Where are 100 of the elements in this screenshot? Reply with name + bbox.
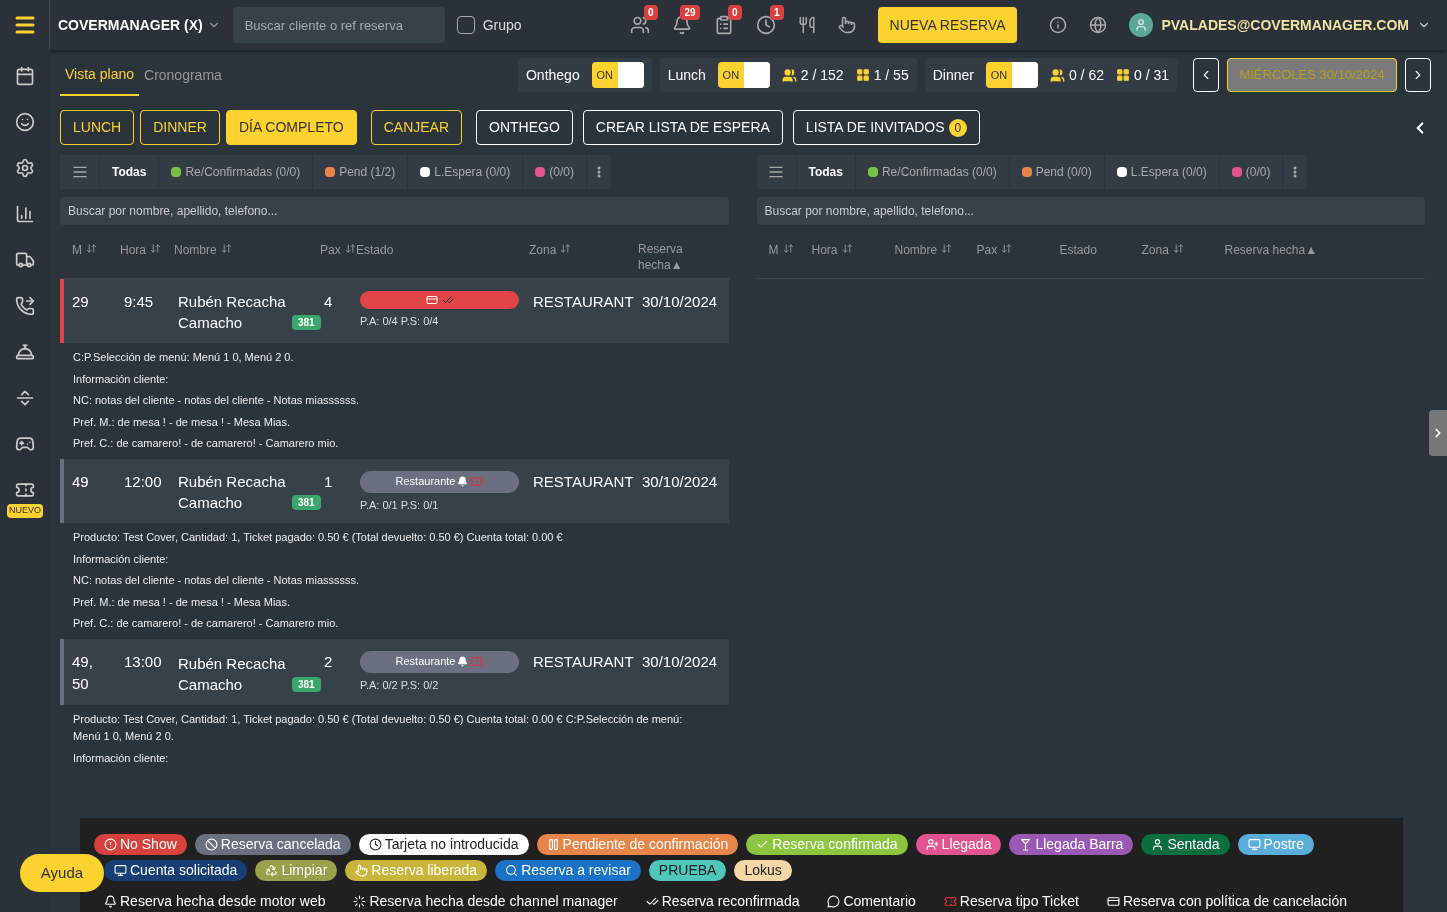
service-bell-icon[interactable] <box>15 342 35 362</box>
legend-item: Reserva hecha desde channel manager <box>343 891 628 912</box>
column-header[interactable]: Zona <box>1141 241 1184 259</box>
info-icon[interactable] <box>1049 16 1068 34</box>
list-view-button[interactable] <box>756 155 797 189</box>
column-header[interactable]: Pax <box>320 241 356 259</box>
sort-icon[interactable] <box>220 243 232 254</box>
help-button[interactable]: Ayuda <box>20 854 104 892</box>
search-field[interactable]: Buscar por nombre, apellido, telefono... <box>60 197 729 225</box>
shift-button[interactable]: DINNER <box>140 110 220 145</box>
filter-tab[interactable]: Todas <box>796 155 856 189</box>
filter-tab[interactable]: (0/0) <box>523 155 587 189</box>
search-field[interactable]: Buscar por nombre, apellido, telefono... <box>756 197 1425 225</box>
chart-icon[interactable] <box>15 204 35 224</box>
action-button[interactable]: CREAR LISTA DE ESPERA <box>582 110 783 145</box>
spinner-icon <box>353 895 367 908</box>
status-pill[interactable]: Restaurante <box>360 470 519 493</box>
status-pill[interactable] <box>360 291 519 309</box>
side-handle[interactable] <box>1429 410 1447 456</box>
ticket-icon <box>470 655 484 668</box>
view-tab[interactable]: Vista plano <box>60 54 139 96</box>
sort-icon[interactable] <box>841 243 853 254</box>
column-header[interactable]: Nombre <box>174 241 232 259</box>
smile-icon[interactable] <box>15 112 35 132</box>
gamepad-icon[interactable] <box>15 434 35 454</box>
view-tab[interactable]: Cronograma <box>139 54 227 96</box>
on-switch[interactable]: ON <box>591 62 644 88</box>
sort-icon[interactable] <box>150 243 161 254</box>
filter-tab[interactable]: L.Espera (0/0) <box>1104 155 1220 189</box>
column-header[interactable]: Reserva hecha▲ <box>638 241 688 273</box>
count-badge: 0 <box>948 118 968 137</box>
shift-button[interactable]: CANJEAR <box>370 110 463 145</box>
card-icon <box>425 294 438 306</box>
globe-icon[interactable] <box>1089 16 1108 34</box>
search-field[interactable]: Buscar cliente o ref reserva <box>232 7 445 43</box>
on-switch[interactable]: ON <box>985 62 1038 88</box>
settings-icon[interactable] <box>15 158 35 178</box>
count-badge: 0 <box>728 5 742 20</box>
filter-tab[interactable]: Re/Confirmadas (0/0) <box>855 155 1010 189</box>
legend-badge: Reserva a revisar <box>495 860 641 881</box>
column-header[interactable]: Pax <box>976 241 1013 259</box>
legend-badge: Tarjeta no introducida <box>358 834 529 855</box>
group-checkbox[interactable] <box>456 16 475 34</box>
column-header[interactable]: Estado <box>356 241 394 259</box>
reservation-note: Producto: Test Cover, Cantidad: 1, Ticket pagado: 0.50 € (Total devuelto: 0.50 €) Cuenta total: 0.00 € C:P.Selección de menú: Menú 1 0, Menú 2 0. <box>73 711 684 744</box>
column-header[interactable]: M <box>72 241 97 259</box>
action-button[interactable]: ONTHEGO <box>476 110 573 145</box>
column-header[interactable]: Hora <box>811 241 853 259</box>
cutlery-icon[interactable] <box>797 16 816 34</box>
service-label: Lunch <box>667 65 706 85</box>
column-header[interactable]: Hora <box>120 241 161 259</box>
ban-icon <box>204 838 218 851</box>
zone-text: RESTAURANT <box>533 471 635 492</box>
brand-selector[interactable]: COVERMANAGER (X) <box>58 14 221 36</box>
sort-icon[interactable] <box>344 243 356 254</box>
bell-icon[interactable] <box>671 15 692 35</box>
phone-icon[interactable] <box>15 296 35 316</box>
truck-icon[interactable] <box>15 250 35 270</box>
sort-icon[interactable] <box>1172 243 1184 254</box>
clock-icon[interactable] <box>755 15 776 35</box>
filter-tab[interactable]: L.Espera (0/0) <box>408 155 524 189</box>
user-email[interactable]: PVALADES@COVERMANAGER.COM <box>1161 14 1409 36</box>
ticket-icon <box>470 475 484 488</box>
filter-tab[interactable]: (0/0) <box>1219 155 1284 189</box>
column-header[interactable]: Nombre <box>894 241 953 259</box>
column-header[interactable]: Estado <box>1059 241 1097 259</box>
new-reservation-button[interactable]: NUEVA RESERVA <box>877 7 1018 43</box>
calendar-icon[interactable] <box>15 66 35 86</box>
sort-icon[interactable] <box>560 243 572 254</box>
column-header[interactable]: Reserva hecha▲ <box>1224 241 1318 259</box>
reservation-row[interactable]: 49 12:00 Rubén Recacha Camacho 381 1 Restaurante P.A: 0/1 P.S: 0/1 RESTAURANT 30/10/2024 <box>60 458 729 523</box>
sort-icon[interactable] <box>1001 243 1013 254</box>
column-header[interactable]: M <box>768 241 794 259</box>
guest-name: Rubén Recacha Camacho <box>178 653 287 695</box>
shift-button[interactable]: DÍA COMPLETO <box>225 110 357 145</box>
tray-icon[interactable] <box>15 388 35 408</box>
legend-badge: Postre <box>1237 834 1315 855</box>
shift-button[interactable]: LUNCH <box>60 110 135 145</box>
filter-tab[interactable]: Pend (1/2) <box>313 155 409 189</box>
list-view-button[interactable] <box>60 155 100 189</box>
next-day-button[interactable] <box>1405 58 1431 92</box>
sort-icon[interactable] <box>941 243 953 254</box>
filter-tab[interactable]: Re/Confirmadas (0/0) <box>159 155 314 189</box>
reservation-row[interactable]: 29 9:45 Rubén Recacha Camacho 381 4 P.A: 0/4 P.S: 0/4 RESTAURANT 30/10/2024 <box>60 279 729 343</box>
previous-day-button[interactable] <box>1193 58 1219 92</box>
sort-icon[interactable] <box>782 243 794 254</box>
pointer-icon <box>355 864 369 877</box>
action-button[interactable]: LISTA DE INVITADOS 0 <box>792 110 981 145</box>
people-icon <box>1049 67 1065 83</box>
filter-tab[interactable]: Todas <box>100 155 160 189</box>
on-switch[interactable]: ON <box>717 62 770 88</box>
pointer-icon[interactable] <box>837 16 856 34</box>
ticket-icon[interactable] <box>15 480 35 500</box>
sort-icon[interactable] <box>86 243 97 254</box>
column-header[interactable]: Zona <box>529 241 572 259</box>
legend-badge: Reserva confirmada <box>746 834 908 855</box>
status-pill[interactable]: Restaurante <box>360 650 519 673</box>
filter-tab[interactable]: Pend (0/0) <box>1009 155 1105 189</box>
reservation-row[interactable]: 49, 50 13:00 Rubén Recacha Camacho 381 2 Restaurante P.A: 0/2 P.S: 0/2 RESTAURANT 30/10/2024 <box>60 638 729 705</box>
people-icon[interactable] <box>629 15 650 35</box>
